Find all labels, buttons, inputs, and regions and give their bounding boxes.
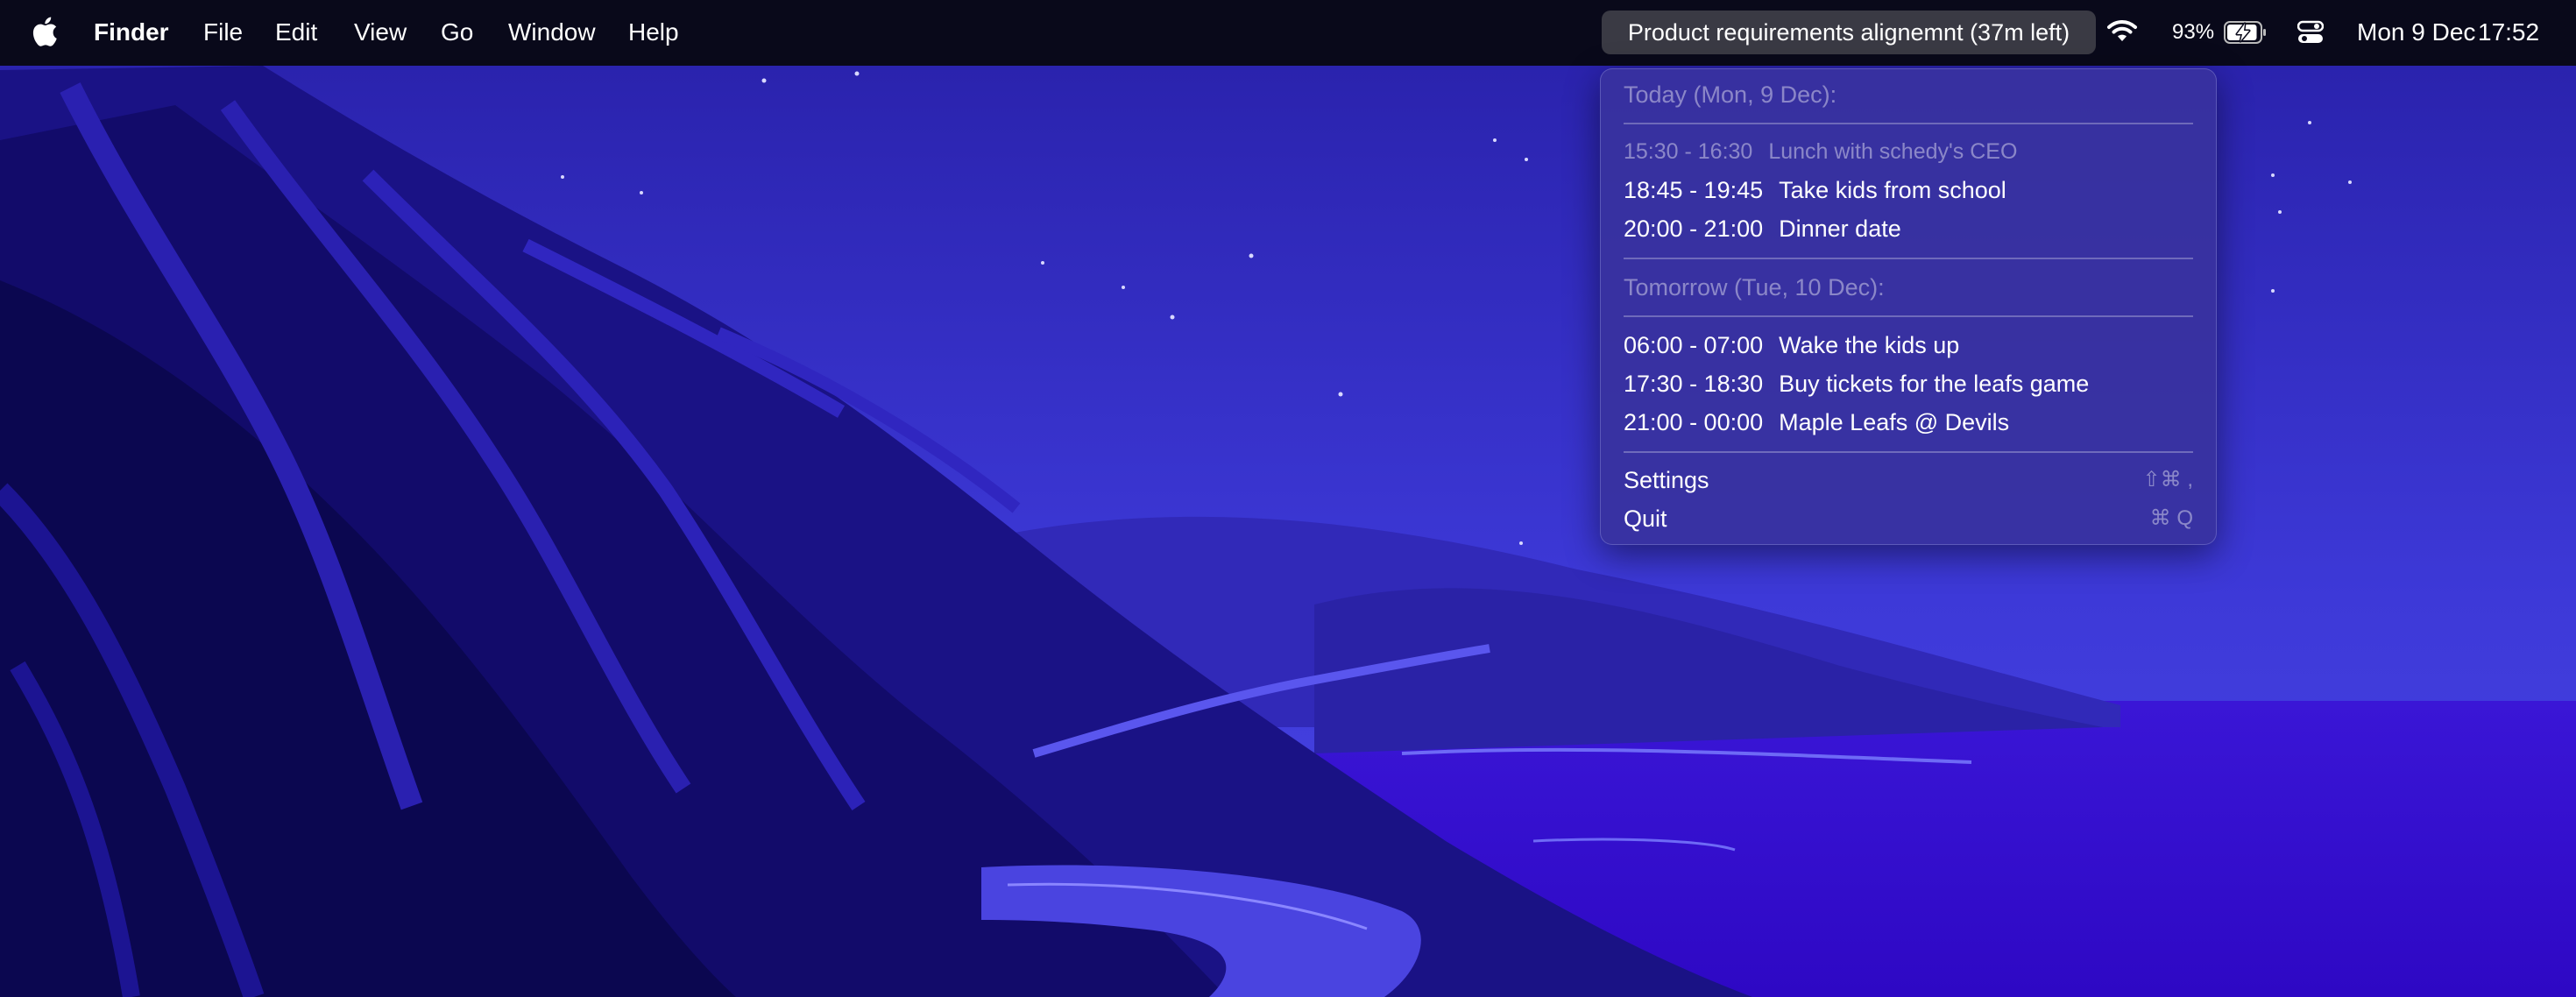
today-section-header: Today (Mon, 9 Dec): <box>1624 81 1837 108</box>
next-meeting-status-item[interactable]: Product requirements alignemnt (37m left… <box>1602 11 2096 54</box>
menu-window[interactable]: Window <box>508 0 596 66</box>
menu-separator <box>1624 258 2193 259</box>
event-time: 17:30 - 18:30 <box>1624 371 1764 397</box>
menu-separator <box>1624 451 2193 453</box>
menu-separator <box>1624 315 2193 317</box>
wifi-icon[interactable] <box>2106 0 2145 66</box>
apple-logo-icon[interactable] <box>32 0 63 66</box>
event-item-buy-tickets[interactable]: 17:30 - 18:30 Buy tickets for the leafs g… <box>1624 366 2193 401</box>
desktop: Finder File Edit View Go Window Help Pro… <box>0 0 2576 997</box>
menu-finder[interactable]: Finder <box>94 0 169 66</box>
settings-menu-item[interactable]: Settings ⇧⌘ , <box>1624 463 2193 498</box>
settings-label: Settings <box>1624 467 1709 493</box>
event-title: Take kids from school <box>1779 177 2006 203</box>
menu-view[interactable]: View <box>354 0 407 66</box>
event-item-dinner-date[interactable]: 20:00 - 21:00 Dinner date <box>1624 211 2193 246</box>
event-time: 21:00 - 00:00 <box>1624 409 1764 435</box>
clock-date[interactable]: Mon 9 Dec <box>2357 0 2475 66</box>
quit-menu-item[interactable]: Quit ⌘ Q <box>1624 501 2193 536</box>
event-time: 18:45 - 19:45 <box>1624 177 1764 203</box>
event-title: Buy tickets for the leafs game <box>1779 371 2090 397</box>
quit-shortcut: ⌘ Q <box>2149 506 2193 530</box>
settings-shortcut: ⇧⌘ , <box>2142 468 2193 491</box>
menu-bar: Finder File Edit View Go Window Help Pro… <box>0 0 2576 66</box>
event-time: 06:00 - 07:00 <box>1624 332 1764 358</box>
battery-percentage: 93% <box>2172 20 2215 44</box>
event-title: Dinner date <box>1779 216 1901 242</box>
event-time: 20:00 - 21:00 <box>1624 216 1764 242</box>
event-item-maple-leafs[interactable]: 21:00 - 00:00 Maple Leafs @ Devils <box>1624 405 2193 440</box>
control-center-icon[interactable] <box>2297 0 2325 66</box>
event-title: Wake the kids up <box>1779 332 1960 358</box>
menu-edit[interactable]: Edit <box>275 0 317 66</box>
menu-file[interactable]: File <box>203 0 243 66</box>
event-item-lunch: 15:30 - 16:30 Lunch with schedy's CEO <box>1624 134 2193 169</box>
calendar-dropdown-menu: Today (Mon, 9 Dec): 15:30 - 16:30 Lunch w… <box>1600 68 2217 545</box>
event-time: 15:30 - 16:30 <box>1624 139 1753 164</box>
event-title: Maple Leafs @ Devils <box>1779 409 2010 435</box>
event-item-take-kids[interactable]: 18:45 - 19:45 Take kids from school <box>1624 173 2193 208</box>
event-title: Lunch with schedy's CEO <box>1768 139 2018 164</box>
quit-label: Quit <box>1624 506 1667 532</box>
event-item-wake-kids[interactable]: 06:00 - 07:00 Wake the kids up <box>1624 328 2193 363</box>
clock-time[interactable]: 17:52 <box>2478 0 2539 66</box>
menu-separator <box>1624 123 2193 124</box>
menu-help[interactable]: Help <box>628 0 679 66</box>
tomorrow-section-header: Tomorrow (Tue, 10 Dec): <box>1624 274 1885 301</box>
battery-charging-icon[interactable] <box>2224 0 2273 66</box>
menu-go[interactable]: Go <box>441 0 473 66</box>
